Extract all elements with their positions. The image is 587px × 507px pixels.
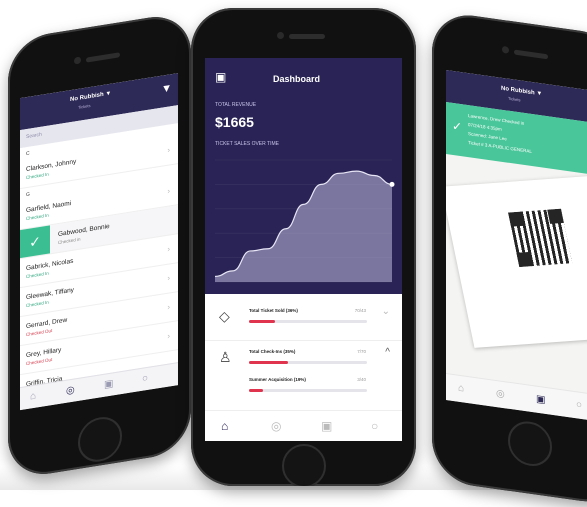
- qr-code: [508, 208, 573, 267]
- check-circle-icon[interactable]: ◎: [271, 419, 281, 433]
- attendee-status: Checked in: [58, 236, 81, 246]
- stat-row-expanded: ♙ Total Check-Ins (35%) 7/70 ^ Summer Ac…: [205, 340, 402, 403]
- attendee-status: Checked In: [26, 212, 49, 222]
- check-circle-icon[interactable]: ◎: [496, 388, 505, 400]
- phone-right: No Rubbish ▼ Tickets ✓ Lawrence, Drew Ch…: [432, 10, 587, 507]
- person-icon: ♙: [219, 349, 232, 365]
- chevron-down-icon[interactable]: ⌄: [382, 306, 390, 317]
- attendee-list-screen: No Rubbish ▼ Tickets ▼ Search C Clarkson…: [20, 73, 178, 411]
- attendee-status: Checked In: [26, 171, 49, 181]
- chart-label: TICKET SALES OVER TIME: [215, 141, 279, 147]
- check-circle-icon[interactable]: ◎: [66, 384, 75, 396]
- scan-icon[interactable]: ▣: [321, 419, 332, 433]
- home-button: [282, 444, 326, 486]
- last-point-marker: [389, 181, 395, 187]
- sales-area: [215, 171, 392, 282]
- front-camera: [502, 45, 509, 54]
- dashboard-header: ▣ Dashboard TOTAL REVENUE $1665 TICKET S…: [205, 58, 402, 294]
- header-subtitle: Tickets: [78, 102, 91, 110]
- home-icon[interactable]: ⌂: [458, 383, 464, 395]
- revenue-value: $1665: [215, 114, 254, 130]
- home-icon[interactable]: ⌂: [30, 391, 36, 403]
- speaker: [289, 34, 325, 39]
- stat-label: Summer Acquisition (19%): [249, 377, 306, 382]
- attendee-name: Gabwood, Bonnie: [58, 222, 110, 239]
- attendee-status: Checked In: [26, 299, 49, 309]
- settings-icon[interactable]: ○: [142, 373, 148, 385]
- chevron-right-icon: ›: [167, 273, 170, 283]
- calendar-icon[interactable]: ▣: [215, 70, 226, 84]
- event-selector[interactable]: No Rubbish ▼: [70, 91, 111, 104]
- stat-label: Total Ticket Sold (36%): [249, 308, 298, 313]
- front-camera: [74, 56, 81, 65]
- progress-fill: [249, 361, 288, 364]
- checkmark-icon: ✓: [20, 225, 50, 259]
- attendee-name: Gleewak, Tiffany: [26, 286, 74, 302]
- revenue-label: TOTAL REVENUE: [215, 102, 257, 108]
- ticket-sales-chart: [214, 159, 395, 283]
- tab-bar: ⌂ ◎ ▣ ○: [446, 372, 587, 424]
- settings-icon[interactable]: ○: [371, 419, 378, 433]
- chevron-right-icon: ›: [167, 145, 170, 155]
- search-placeholder: Search: [26, 131, 42, 141]
- progress-fill: [249, 320, 275, 323]
- scan-screen: No Rubbish ▼ Tickets ✓ Lawrence, Drew Ch…: [446, 69, 587, 424]
- header-subtitle: Tickets: [508, 95, 521, 103]
- speaker: [86, 52, 120, 63]
- chevron-right-icon: ›: [167, 244, 170, 254]
- progress-track: [249, 361, 367, 364]
- attendee-status: Checked In: [26, 270, 49, 280]
- page-title: Dashboard: [273, 74, 321, 84]
- stat-label: Total Check-Ins (35%): [249, 349, 296, 354]
- settings-icon[interactable]: ○: [576, 399, 582, 411]
- tab-bar: ⌂ ◎ ▣ ○: [205, 410, 402, 441]
- filter-icon[interactable]: ▼: [161, 82, 172, 96]
- stat-row: ◇ Total Ticket Sold (36%) 70/43 ⌄: [205, 302, 402, 338]
- home-button: [508, 418, 552, 469]
- home-icon[interactable]: ⌂: [221, 419, 228, 433]
- scan-icon[interactable]: ▣: [104, 378, 113, 390]
- chevron-up-icon[interactable]: ^: [385, 347, 390, 358]
- dashboard-screen: ▣ Dashboard TOTAL REVENUE $1665 TICKET S…: [205, 58, 402, 441]
- speaker: [514, 49, 548, 60]
- tag-icon: ◇: [219, 308, 230, 324]
- chevron-right-icon: ›: [167, 331, 170, 341]
- stat-value: 3/40: [357, 377, 366, 382]
- phone-left: No Rubbish ▼ Tickets ▼ Search C Clarkson…: [8, 11, 191, 480]
- stat-value: 70/43: [354, 308, 366, 313]
- scan-icon[interactable]: ▣: [536, 394, 545, 406]
- banner-line: 07/24/18 4:35pm: [468, 122, 502, 132]
- home-button: [78, 413, 122, 465]
- checkmark-icon: ✓: [452, 118, 463, 135]
- progress-track: [249, 389, 367, 392]
- progress-fill: [249, 389, 264, 392]
- banner-line: Ticket # 3 A-PUBLIC GENERAL: [468, 140, 532, 155]
- attendee-name: Gabrick, Nicolas: [26, 257, 74, 273]
- progress-track: [249, 320, 367, 323]
- attendee-name: Clarkson, Johnny: [26, 158, 77, 174]
- phone-center: ▣ Dashboard TOTAL REVENUE $1665 TICKET S…: [191, 8, 416, 486]
- scanned-ticket: [446, 174, 587, 348]
- front-camera: [277, 32, 284, 39]
- chevron-right-icon: ›: [167, 302, 170, 312]
- stat-value: 7/70: [357, 349, 366, 354]
- stage: No Rubbish ▼ Tickets ▼ Search C Clarkson…: [0, 0, 587, 507]
- chevron-right-icon: ›: [167, 186, 170, 196]
